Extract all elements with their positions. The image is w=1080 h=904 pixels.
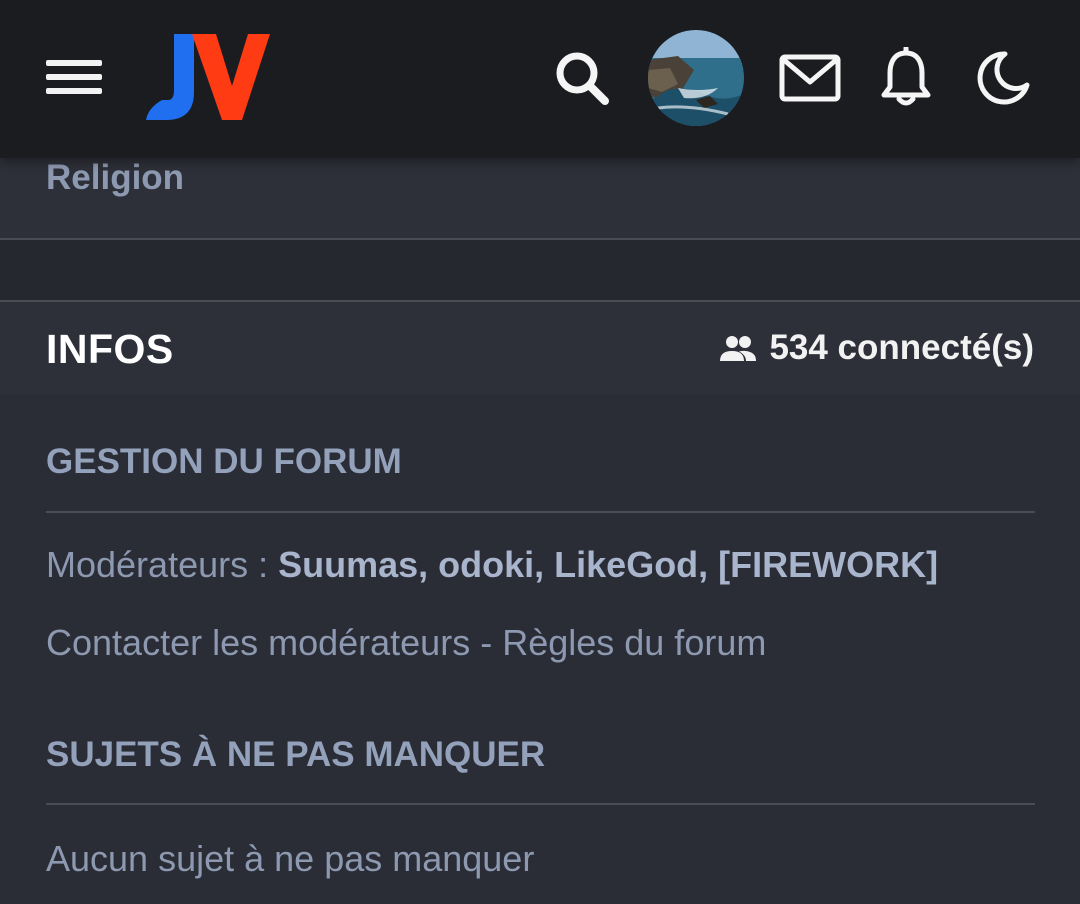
infos-content: GESTION DU FORUM Modérateurs : Suumas, o… [0, 394, 1080, 904]
forum-category-row: Religion [0, 158, 1080, 240]
jv-logo-icon [146, 34, 270, 120]
users-icon [720, 336, 757, 361]
menu-bar [46, 74, 102, 80]
moderators-label: Modérateurs : [46, 544, 279, 585]
mail-icon[interactable] [778, 42, 842, 114]
forum-rules-link[interactable]: Règles du forum [502, 622, 766, 663]
contact-moderators-link[interactable]: Contacter les modérateurs [46, 622, 470, 663]
no-topics-text: Aucun sujet à ne pas manquer [46, 838, 535, 879]
section-spacer [0, 240, 1080, 302]
bell-icon[interactable] [874, 42, 938, 114]
infos-title: INFOS [46, 326, 174, 372]
moderators-line: Modérateurs : Suumas, odoki, LikeGod, [F… [46, 544, 938, 586]
infos-header: INFOS 534 connecté(s) [0, 302, 1080, 394]
menu-bar [46, 88, 102, 94]
menu-icon[interactable] [46, 58, 104, 98]
sujets-title: SUJETS À NE PAS MANQUER [46, 735, 546, 774]
category-religion-link[interactable]: Religion [46, 158, 184, 198]
dark-mode-moon-icon[interactable] [970, 42, 1034, 114]
menu-bar [46, 60, 102, 66]
divider [46, 511, 1035, 513]
avatar[interactable] [648, 30, 744, 126]
top-header [0, 0, 1080, 158]
search-icon[interactable] [550, 42, 614, 114]
forum-links-line: Contacter les modérateurs - Règles du fo… [46, 622, 766, 664]
link-separator: - [470, 622, 503, 663]
moderators-list[interactable]: Suumas, odoki, LikeGod, [FIREWORK] [278, 544, 938, 585]
gestion-title: GESTION DU FORUM [46, 442, 402, 481]
jv-logo[interactable] [140, 28, 275, 128]
connected-count: 534 connecté(s) [719, 328, 1034, 368]
divider [46, 803, 1035, 805]
connected-text: 534 connecté(s) [769, 328, 1034, 367]
